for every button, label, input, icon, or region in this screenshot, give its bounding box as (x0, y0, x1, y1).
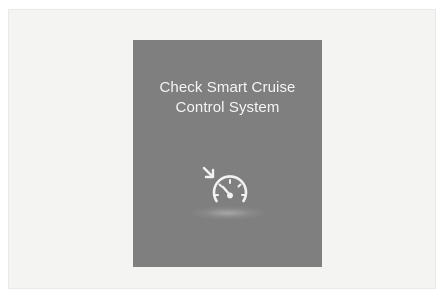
cluster-warning-display: Check Smart Cruise Control System (133, 40, 322, 267)
warning-message-line-2: Control System (175, 99, 280, 116)
warning-message-line-1: Check Smart Cruise (159, 79, 296, 96)
smart-cruise-control-icon (202, 166, 248, 203)
warning-message: Check Smart Cruise Control System (133, 78, 322, 118)
